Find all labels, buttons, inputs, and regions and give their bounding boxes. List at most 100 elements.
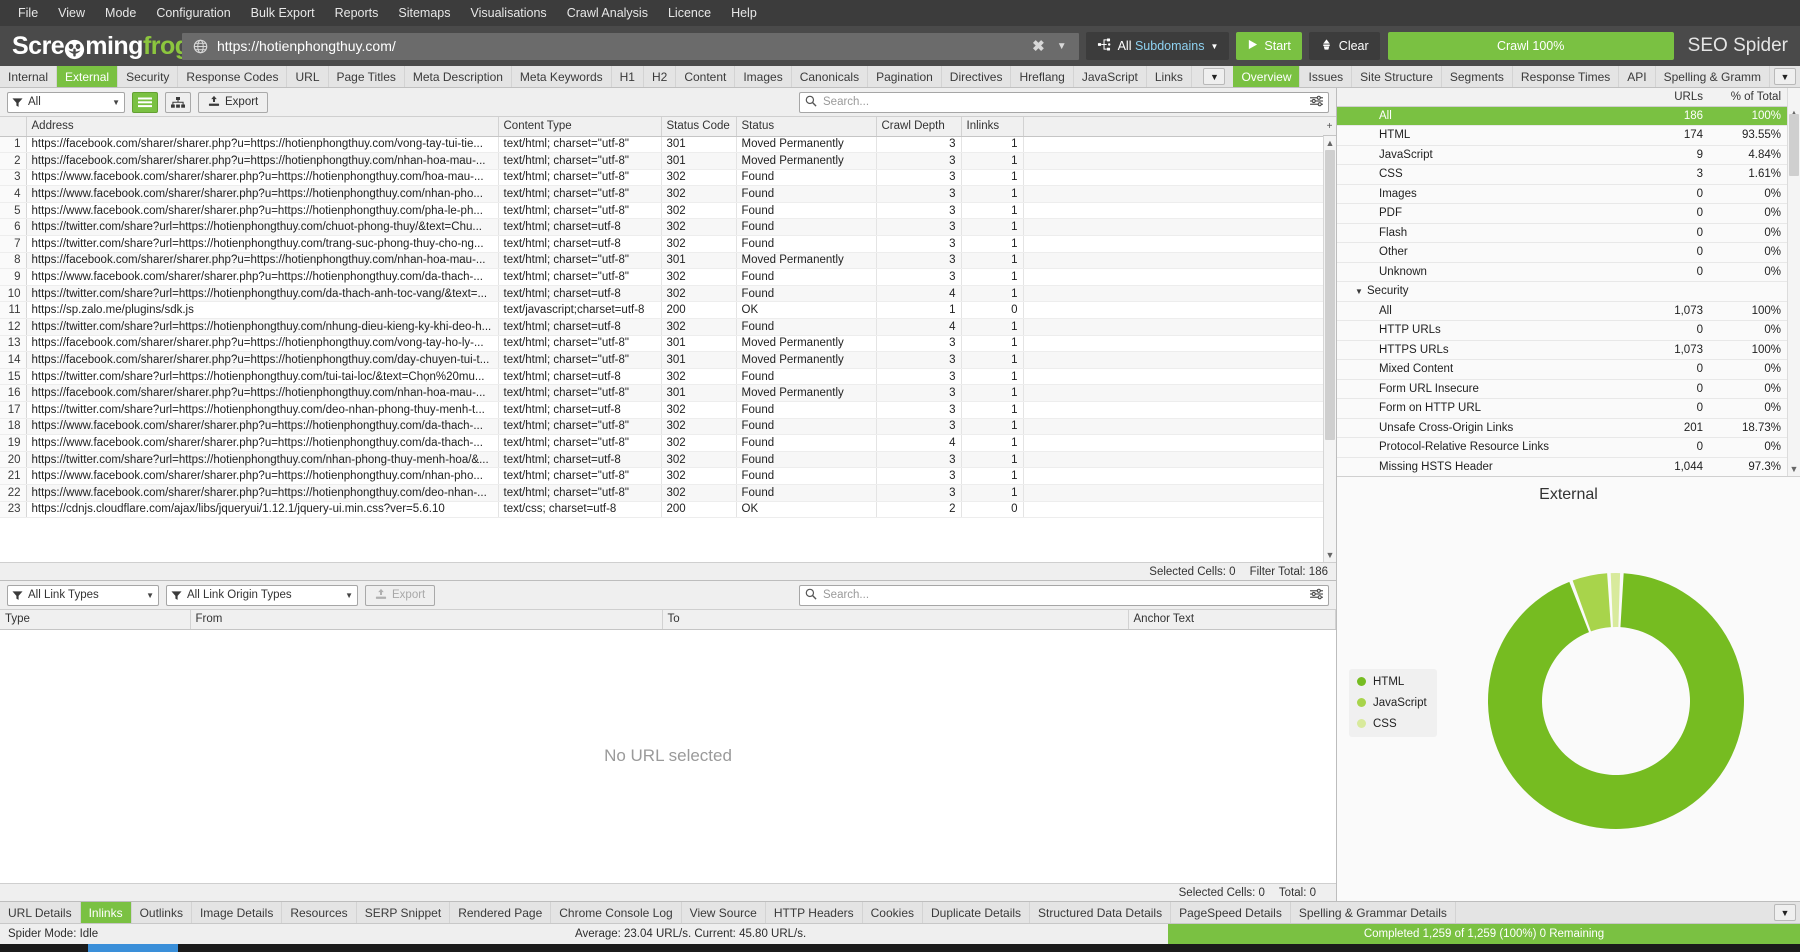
cell-status[interactable]: Found — [736, 401, 877, 419]
table-row[interactable]: 16 https://facebook.com/sharer/sharer.php… — [0, 384, 1336, 402]
cell-crawl-depth[interactable]: 3 — [876, 252, 962, 270]
scroll-thumb[interactable] — [1325, 150, 1335, 440]
cell-spacer[interactable] — [1023, 434, 1336, 452]
row-number[interactable]: 2 — [0, 152, 27, 170]
cell-spacer[interactable] — [1023, 235, 1336, 253]
row-number[interactable]: 15 — [0, 368, 27, 386]
table-row[interactable]: 4 https://www.facebook.com/sharer/sharer.… — [0, 185, 1336, 203]
cell-spacer[interactable] — [1023, 152, 1336, 170]
overview-row[interactable]: PDF 0 0% — [1337, 203, 1800, 224]
row-number[interactable]: 13 — [0, 335, 27, 353]
overview-row[interactable]: HTTPS URLs 1,073 100% — [1337, 340, 1800, 360]
cell-crawl-depth[interactable]: 3 — [876, 152, 962, 170]
table-row[interactable]: 19 https://www.facebook.com/sharer/sharer… — [0, 434, 1336, 452]
cell-inlinks[interactable]: 1 — [961, 368, 1024, 386]
row-number[interactable]: 23 — [0, 501, 27, 519]
tab-javascript[interactable]: JavaScript — [1073, 66, 1147, 87]
column-header-status[interactable]: Status — [736, 117, 877, 137]
tab-url[interactable]: URL — [287, 66, 329, 87]
cell-address[interactable]: https://facebook.com/sharer/sharer.php?u… — [26, 351, 499, 369]
cell-spacer[interactable] — [1023, 185, 1336, 203]
overview-row[interactable]: HTTP URLs 0 0% — [1337, 320, 1800, 341]
bottom-tab-serp-snippet[interactable]: SERP Snippet — [356, 902, 451, 923]
cell-crawl-depth[interactable]: 3 — [876, 218, 962, 237]
cell-crawl-depth[interactable]: 4 — [876, 285, 962, 303]
cell-status-code[interactable]: 302 — [661, 169, 737, 187]
menu-item-configuration[interactable]: Configuration — [146, 2, 240, 24]
legend-item[interactable]: CSS — [1357, 718, 1427, 730]
cell-status-code[interactable]: 200 — [661, 501, 737, 519]
cell-address[interactable]: https://facebook.com/sharer/sharer.php?u… — [26, 384, 499, 402]
lower-search-input[interactable] — [823, 589, 1304, 601]
cell-inlinks[interactable]: 1 — [961, 318, 1024, 336]
cell-status[interactable]: Found — [736, 434, 877, 452]
bottom-tab-inlinks[interactable]: Inlinks — [80, 902, 132, 923]
cell-status[interactable]: Found — [736, 451, 877, 469]
row-number[interactable]: 21 — [0, 467, 27, 485]
tab-pagination[interactable]: Pagination — [868, 66, 942, 87]
cell-status-code[interactable]: 301 — [661, 252, 737, 270]
cell-address[interactable]: https://sp.zalo.me/plugins/sdk.js — [26, 301, 499, 320]
menu-item-sitemaps[interactable]: Sitemaps — [388, 2, 460, 24]
cell-address[interactable]: https://www.facebook.com/sharer/sharer.p… — [26, 418, 499, 436]
menu-item-visualisations[interactable]: Visualisations — [460, 2, 556, 24]
cell-status-code[interactable]: 302 — [661, 285, 737, 303]
cell-inlinks[interactable]: 1 — [961, 434, 1024, 452]
overview-row[interactable]: All 186 100% — [1337, 106, 1800, 126]
cell-address[interactable]: https://twitter.com/share?url=https://ho… — [26, 451, 499, 469]
tab-hreflang[interactable]: Hreflang — [1011, 66, 1074, 87]
tab-external[interactable]: External — [57, 66, 119, 87]
cell-status-code[interactable]: 302 — [661, 318, 737, 336]
cell-status[interactable]: Found — [736, 218, 877, 237]
overview-scroll-thumb[interactable] — [1789, 114, 1799, 176]
cell-status[interactable]: Found — [736, 202, 877, 220]
cell-crawl-depth[interactable]: 3 — [876, 368, 962, 386]
cell-status[interactable]: Found — [736, 268, 877, 286]
grid-search-box[interactable] — [799, 91, 1329, 113]
cell-address[interactable]: https://facebook.com/sharer/sharer.php?u… — [26, 252, 499, 270]
legend-item[interactable]: JavaScript — [1357, 697, 1427, 709]
cell-spacer[interactable] — [1023, 418, 1336, 436]
menu-item-licence[interactable]: Licence — [658, 2, 721, 24]
list-view-button[interactable] — [132, 91, 158, 113]
table-vertical-scrollbar[interactable]: + ▲ ▼ — [1323, 117, 1336, 562]
inlinks-column-type[interactable]: Type — [0, 610, 191, 630]
cell-inlinks[interactable]: 1 — [961, 136, 1024, 154]
bottom-tab-rendered-page[interactable]: Rendered Page — [450, 902, 552, 923]
tab-api[interactable]: API — [1619, 66, 1656, 87]
tab-response-codes[interactable]: Response Codes — [178, 66, 288, 87]
clear-crawl-button[interactable]: Clear — [1308, 32, 1380, 60]
tab-links[interactable]: Links — [1146, 66, 1192, 87]
scroll-down-arrow-icon[interactable]: ▼ — [1324, 550, 1336, 560]
search-settings-icon[interactable] — [1310, 588, 1323, 603]
overview-row[interactable]: HTML 174 93.55% — [1337, 125, 1800, 146]
clear-url-icon[interactable]: ✖ — [1022, 37, 1055, 55]
cell-crawl-depth[interactable]: 3 — [876, 202, 962, 220]
overview-row[interactable]: All 1,073 100% — [1337, 301, 1800, 321]
row-number[interactable]: 10 — [0, 285, 27, 303]
overview-row[interactable]: ▼ Security — [1337, 281, 1800, 302]
menu-item-bulk-export[interactable]: Bulk Export — [241, 2, 325, 24]
cell-inlinks[interactable]: 1 — [961, 351, 1024, 369]
table-row[interactable]: 21 https://www.facebook.com/sharer/sharer… — [0, 467, 1336, 485]
cell-inlinks[interactable]: 1 — [961, 285, 1024, 303]
cell-address[interactable]: https://www.facebook.com/sharer/sharer.p… — [26, 434, 499, 452]
cell-inlinks[interactable]: 1 — [961, 451, 1024, 469]
cell-inlinks[interactable]: 1 — [961, 384, 1024, 402]
cell-inlinks[interactable]: 1 — [961, 152, 1024, 170]
row-number[interactable]: 3 — [0, 169, 27, 187]
cell-inlinks[interactable]: 1 — [961, 268, 1024, 286]
table-row[interactable]: 22 https://www.facebook.com/sharer/sharer… — [0, 484, 1336, 502]
overview-row[interactable]: JavaScript 9 4.84% — [1337, 145, 1800, 165]
column-header-status-code[interactable]: Status Code — [661, 117, 737, 137]
cell-content-type[interactable]: text/html; charset="utf-8" — [498, 351, 662, 369]
cell-status-code[interactable]: 301 — [661, 351, 737, 369]
export-button[interactable]: Export — [198, 91, 269, 113]
cell-content-type[interactable]: text/html; charset=utf-8 — [498, 285, 662, 303]
tab-site-structure[interactable]: Site Structure — [1352, 66, 1442, 87]
cell-content-type[interactable]: text/html; charset="utf-8" — [498, 268, 662, 286]
cell-inlinks[interactable]: 1 — [961, 169, 1024, 187]
menu-item-mode[interactable]: Mode — [95, 2, 146, 24]
overview-row[interactable]: Form on HTTP URL 0 0% — [1337, 398, 1800, 419]
column-header-crawl-depth[interactable]: Crawl Depth — [876, 117, 962, 137]
